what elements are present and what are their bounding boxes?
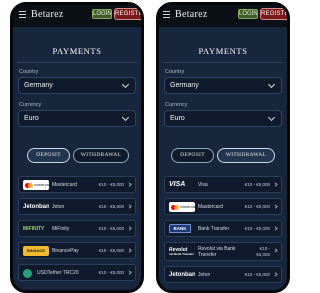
login-button[interactable]: LOGIN — [238, 9, 258, 19]
jeton-logo-icon: Jetonbank — [169, 272, 195, 278]
country-label: Country — [165, 69, 185, 75]
binance-pay-logo-icon: BINANCE PAY — [23, 246, 49, 256]
register-button[interactable]: REGISTER — [114, 8, 141, 20]
mastercard-logo-icon: mastercard — [169, 202, 195, 212]
chevron-right-icon — [127, 248, 132, 253]
payment-method-row[interactable]: MiFINITY MiFinity €10 - €5,000 — [18, 220, 136, 237]
chevron-down-icon — [267, 113, 276, 122]
site-logo[interactable]: Betarez — [175, 9, 208, 20]
login-button[interactable]: LOGIN — [92, 9, 112, 19]
mastercard-logo-icon: mastercard — [23, 180, 49, 190]
method-name: USDTether TRC20 — [37, 270, 79, 276]
method-limits: €10 - €5,000 — [98, 204, 124, 209]
country-value: Germany — [24, 82, 53, 89]
method-limits: €10 - €5,000 — [98, 226, 124, 231]
mifinity-logo-icon: MiFINITY — [23, 226, 45, 232]
method-name: Jeton — [198, 272, 211, 278]
payment-method-row[interactable]: BANK Bank Transfer €10 - €5,000 — [164, 220, 282, 237]
payment-method-row[interactable]: USDTether TRC20 €10 - €5,000 — [18, 264, 136, 281]
page-title: PAYMENTS — [198, 46, 248, 56]
currency-select[interactable]: Euro — [18, 110, 136, 127]
method-limits: €10 - €5,000 — [98, 182, 124, 187]
hamburger-menu-icon[interactable] — [163, 11, 173, 21]
chevron-right-icon — [273, 182, 278, 187]
payment-method-row[interactable]: mastercard Mastercard €10 - €5,000 — [18, 176, 136, 193]
payment-method-row[interactable]: BINANCE PAY BinancePay €10 - €5,000 — [18, 242, 136, 259]
chevron-down-icon — [121, 113, 130, 122]
method-name: MiFinity — [52, 226, 70, 232]
payments-content: PAYMENTS Country Germany Currency Euro D… — [13, 27, 141, 290]
phone-withdrawal-view: Betarez LOGIN REGISTER PAYMENTS Country … — [156, 2, 290, 293]
country-select[interactable]: Germany — [164, 77, 282, 94]
method-name: Jeton — [52, 204, 65, 210]
payment-method-row[interactable]: Jetonbank Jeton €10 - €5,000 — [164, 266, 282, 283]
method-name: Bank Transfer — [198, 226, 230, 232]
method-limits: €10 - €5,000 — [244, 182, 270, 187]
method-name: Revolut via Bank Transfer — [198, 246, 236, 258]
site-logo[interactable]: Betarez — [31, 9, 64, 20]
currency-value: Euro — [24, 115, 39, 122]
method-limits: €10 - €5,000 — [98, 270, 124, 275]
method-name: Mastercard — [52, 182, 78, 188]
hamburger-menu-icon[interactable] — [19, 11, 29, 21]
chevron-right-icon — [273, 204, 278, 209]
payments-content: PAYMENTS Country Germany Currency Euro D… — [159, 27, 287, 290]
page-title: PAYMENTS — [52, 46, 102, 56]
method-limits: €10 - €5,000 — [256, 246, 270, 257]
chevron-down-icon — [267, 80, 276, 89]
jeton-logo-icon: Jetonbank — [23, 204, 49, 210]
tab-deposit[interactable]: DEPOSIT — [171, 148, 214, 163]
register-button[interactable]: REGISTER — [260, 8, 287, 20]
method-limits: €10 - €5,000 — [244, 204, 270, 209]
country-select[interactable]: Germany — [18, 77, 136, 94]
chevron-right-icon — [273, 272, 278, 277]
chevron-down-icon — [121, 80, 130, 89]
method-name: Visa — [198, 182, 208, 188]
top-bar: Betarez LOGIN REGISTER — [13, 5, 141, 27]
method-name: Mastercard — [198, 204, 224, 210]
currency-value: Euro — [170, 115, 185, 122]
revolut-logo-icon: Revolut via Bank Transfer — [169, 247, 195, 257]
method-limits: €10 - €5,000 — [244, 272, 270, 277]
visa-logo-icon: VISA — [169, 181, 186, 188]
divider — [17, 62, 137, 63]
payment-method-row[interactable]: Revolut via Bank Transfer Revolut via Ban… — [164, 242, 282, 261]
country-value: Germany — [170, 82, 199, 89]
currency-select[interactable]: Euro — [164, 110, 282, 127]
payment-method-row[interactable]: mastercard Mastercard €10 - €5,000 — [164, 198, 282, 215]
country-label: Country — [19, 69, 39, 75]
chevron-right-icon — [273, 248, 278, 253]
payment-method-row[interactable]: Jetonbank Jeton €10 - €5,000 — [18, 198, 136, 215]
divider — [163, 62, 283, 63]
tab-deposit[interactable]: DEPOSIT — [27, 148, 70, 163]
bank-logo-icon: BANK — [169, 224, 195, 234]
method-limits: €10 - €5,000 — [98, 248, 124, 253]
tab-withdrawal[interactable]: WITHDRAWAL — [217, 148, 275, 163]
method-name: BinancePay — [52, 248, 79, 254]
phone-deposit-view: Betarez LOGIN REGISTER PAYMENTS Country … — [10, 2, 144, 293]
chevron-right-icon — [127, 204, 132, 209]
tab-withdrawal[interactable]: WITHDRAWAL — [73, 148, 129, 163]
chevron-right-icon — [127, 270, 132, 275]
currency-label: Currency — [19, 102, 42, 108]
payment-method-row[interactable]: VISA Visa €10 - €5,000 — [164, 176, 282, 193]
currency-label: Currency — [165, 102, 188, 108]
chevron-right-icon — [127, 226, 132, 231]
chevron-right-icon — [127, 182, 132, 187]
chevron-right-icon — [273, 226, 278, 231]
method-limits: €10 - €5,000 — [244, 226, 270, 231]
top-bar: Betarez LOGIN REGISTER — [159, 5, 287, 27]
